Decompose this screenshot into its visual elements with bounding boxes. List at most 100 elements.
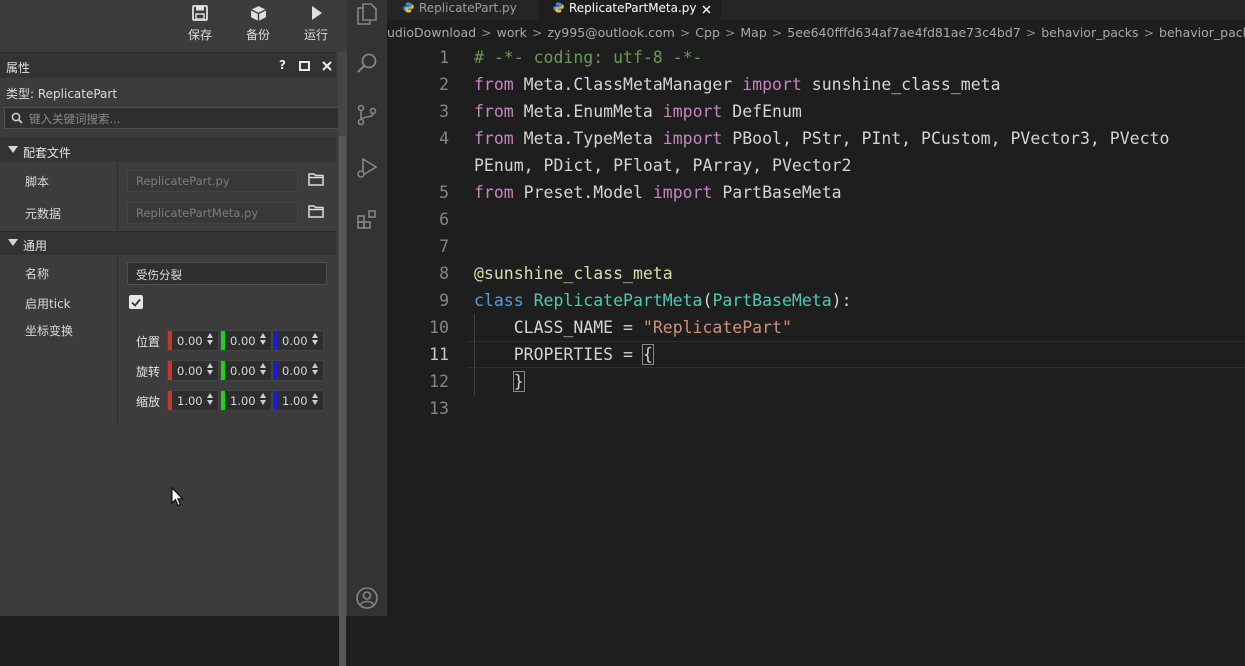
line-number: 3 — [439, 102, 449, 121]
spinner-arrows-icon[interactable] — [260, 363, 267, 378]
tab-replicatepart-py[interactable]: ReplicatePart.py — [387, 0, 539, 20]
maximize-button[interactable] — [299, 60, 310, 74]
explorer-button[interactable] — [353, 0, 381, 28]
transform-value-input[interactable]: 0.00 — [220, 330, 272, 351]
line-number: 8 — [439, 264, 449, 283]
save-button[interactable]: 保存 — [180, 2, 220, 43]
spinner-arrows-icon[interactable] — [260, 333, 267, 348]
code-line-9: class ReplicatePartMeta(PartBaseMeta): — [474, 291, 852, 310]
script-label: 脚本 — [25, 175, 50, 189]
transform-value: 0.00 — [282, 334, 308, 348]
spinner-arrows-icon[interactable] — [312, 393, 319, 408]
transform-value-input[interactable]: 0.00 — [272, 330, 324, 351]
line-number: 6 — [439, 210, 449, 229]
search-icon — [11, 112, 23, 127]
code-editor[interactable]: 1 2 3 4 5 6 7 8 9 10 11 12 13 # -*- coding: utf-8 -*… — [387, 46, 1245, 616]
transform-value-input[interactable]: 0.00 — [167, 330, 219, 351]
tab-replicatepartmeta-py[interactable]: ReplicatePartMeta.py — [539, 0, 721, 20]
debug-icon — [357, 157, 378, 178]
metadata-folder-button[interactable] — [308, 204, 324, 221]
transform-value-input[interactable]: 1.00 — [167, 390, 219, 411]
transform-row-label: 位置 — [136, 335, 161, 349]
transform-value-input[interactable]: 0.00 — [167, 360, 219, 381]
spinner-arrows-icon[interactable] — [207, 393, 214, 408]
breadcrumb-separator-icon: > — [1025, 25, 1037, 40]
breadcrumb-item[interactable]: behavior_packs — [1041, 25, 1138, 40]
column-divider — [117, 163, 118, 229]
axis-color-bar — [168, 391, 172, 410]
code-line-1: # -*- coding: utf-8 -*- — [474, 48, 703, 67]
code-line-3: from Meta.EnumMeta import DefEnum — [474, 102, 802, 121]
transform-value-input[interactable]: 1.00 — [272, 390, 324, 411]
spinner-arrows-icon[interactable] — [312, 333, 319, 348]
breadcrumb-item[interactable]: udioDownload — [387, 25, 476, 40]
backup-button[interactable]: 备份 — [238, 2, 278, 43]
metadata-field[interactable]: ReplicatePartMeta.py — [127, 202, 298, 224]
breadcrumb-separator-icon: > — [679, 25, 691, 40]
breadcrumb-item[interactable]: work — [497, 25, 527, 40]
run-debug-button[interactable] — [353, 154, 381, 182]
breadcrumb-item[interactable]: behavior_pack_Z2AJQYzS — [1159, 25, 1245, 40]
panel-header: 属性 ? — [0, 52, 336, 78]
script-folder-button[interactable] — [308, 172, 324, 189]
panel-title: 属性 — [6, 61, 31, 75]
code-line-4: from Meta.TypeMeta import PBool, PStr, P… — [474, 129, 1170, 148]
panel-scrollbar[interactable] — [338, 52, 347, 666]
transform-value: 1.00 — [177, 394, 203, 408]
close-tab-icon[interactable] — [702, 5, 711, 14]
cube-icon — [238, 2, 278, 24]
line-number: 5 — [439, 183, 449, 202]
breadcrumb-item[interactable]: zy995@outlook.com — [547, 25, 674, 40]
breadcrumb-item[interactable]: Map — [740, 25, 766, 40]
breadcrumb-item[interactable]: 5ee640fffd634af7ae4fd81ae73c4bd7 — [787, 25, 1020, 40]
transform-value: 1.00 — [282, 394, 308, 408]
search-button[interactable] — [353, 49, 381, 77]
axis-color-bar — [273, 391, 277, 410]
activity-bar — [347, 0, 387, 616]
spinner-arrows-icon[interactable] — [312, 363, 319, 378]
search-icon — [357, 53, 377, 73]
breadcrumb-item[interactable]: Cpp — [695, 25, 720, 40]
section-general[interactable]: 通用 — [0, 231, 336, 255]
transform-value-input[interactable]: 0.00 — [220, 360, 272, 381]
extensions-button[interactable] — [353, 206, 381, 234]
accounts-button[interactable] — [353, 584, 381, 612]
transform-value-input[interactable]: 1.00 — [220, 390, 272, 411]
line-number: 2 — [439, 75, 449, 94]
close-panel-button[interactable] — [322, 60, 332, 74]
properties-panel: 保存 备份 运行 属性 ? 类型: ReplicatePart 键入关键词搜索.… — [0, 0, 347, 666]
axis-color-bar — [221, 361, 225, 380]
transform-value: 1.00 — [230, 394, 256, 408]
transform-value: 0.00 — [177, 334, 203, 348]
search-placeholder: 键入关键词搜索... — [29, 112, 121, 126]
name-input[interactable]: 受伤分裂 — [127, 262, 327, 285]
transform-value: 0.00 — [282, 364, 308, 378]
line-number: 10 — [429, 318, 449, 337]
maximize-icon — [299, 61, 310, 71]
axis-color-bar — [273, 361, 277, 380]
source-control-button[interactable] — [353, 101, 381, 129]
scrollbar-thumb[interactable] — [339, 136, 346, 666]
help-button[interactable]: ? — [279, 58, 286, 72]
extensions-icon — [357, 210, 376, 229]
transform-label: 坐标变换 — [25, 324, 74, 338]
transform-value-input[interactable]: 0.00 — [272, 360, 324, 381]
axis-color-bar — [221, 331, 225, 350]
run-button[interactable]: 运行 — [296, 2, 336, 43]
line-number: 11 — [429, 345, 449, 364]
section-config-files[interactable]: 配套文件 — [0, 138, 336, 162]
transform-row-label: 旋转 — [136, 365, 161, 379]
type-line: 类型: ReplicatePart — [6, 87, 118, 101]
spinner-arrows-icon[interactable] — [207, 363, 214, 378]
script-field[interactable]: ReplicatePart.py — [127, 170, 298, 192]
spinner-arrows-icon[interactable] — [207, 333, 214, 348]
close-icon — [322, 61, 332, 71]
tick-checkbox[interactable] — [129, 295, 143, 309]
breadcrumb-separator-icon: > — [1143, 25, 1155, 40]
axis-color-bar — [168, 361, 172, 380]
spinner-arrows-icon[interactable] — [260, 393, 267, 408]
mouse-cursor-icon — [171, 487, 184, 507]
name-label: 名称 — [25, 267, 50, 281]
property-search-input[interactable]: 键入关键词搜索... — [4, 107, 339, 129]
breadcrumb-separator-icon: > — [771, 25, 783, 40]
